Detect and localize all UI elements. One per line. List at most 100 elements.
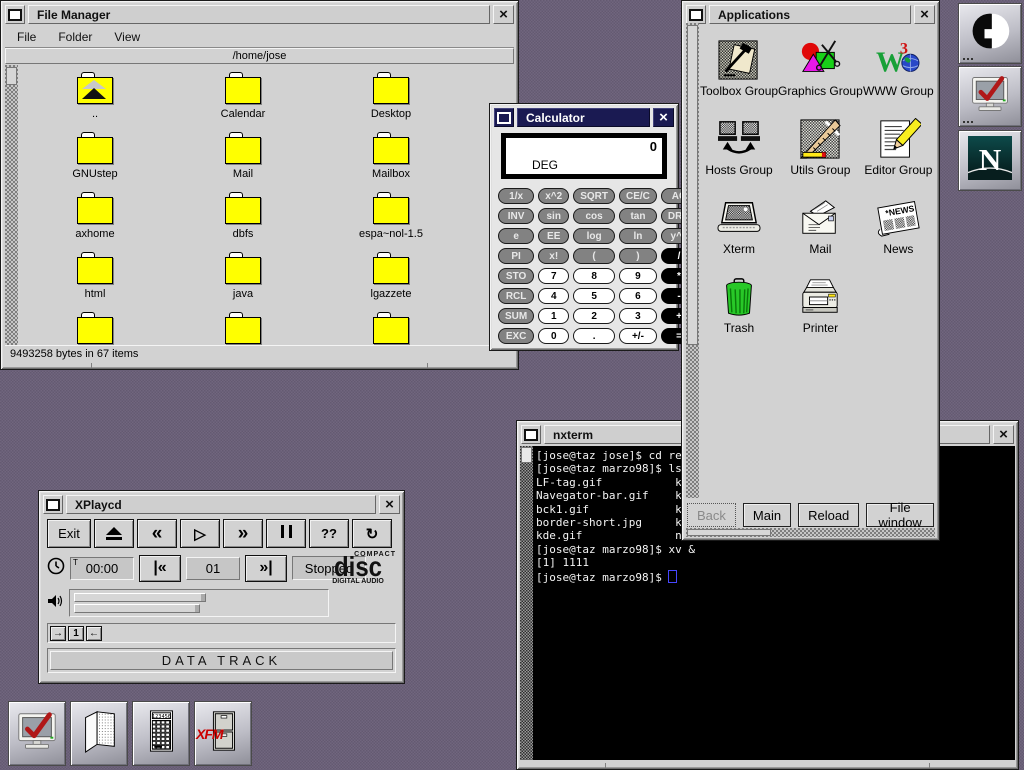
wharf-item-pager[interactable] xyxy=(958,3,1022,64)
window-menu-button[interactable] xyxy=(43,495,63,514)
calc-button-1x[interactable]: 1/x xyxy=(498,188,534,204)
app-item-utils-group[interactable]: Utils Group xyxy=(778,102,863,181)
folder-item-partial[interactable] xyxy=(21,305,169,345)
calc-button-9[interactable]: 9 xyxy=(619,268,657,284)
xplaycd-titlebar[interactable]: XPlaycd × xyxy=(43,495,400,514)
close-icon[interactable]: × xyxy=(493,5,514,24)
calc-button-0[interactable]: 0 xyxy=(538,328,569,344)
close-icon[interactable]: × xyxy=(993,425,1014,444)
app-item-xterm[interactable]: Xterm xyxy=(700,181,778,260)
calc-button-3[interactable]: 3 xyxy=(619,308,657,324)
calc-button-pi[interactable]: PI xyxy=(498,248,534,264)
scrollbar-thumb[interactable] xyxy=(6,67,17,85)
calc-button-8[interactable]: 8 xyxy=(573,268,615,284)
file-window-button[interactable]: File window xyxy=(866,503,934,527)
calc-button-sin[interactable]: sin xyxy=(538,208,569,224)
exit-button[interactable]: Exit xyxy=(47,519,91,548)
volume-slider[interactable] xyxy=(69,589,329,617)
menu-folder[interactable]: Folder xyxy=(58,30,92,44)
folder-item[interactable]: html xyxy=(21,245,169,305)
calc-button-decimal[interactable]: . xyxy=(573,328,615,344)
calc-button-square[interactable]: x^2 xyxy=(538,188,569,204)
forward-button[interactable]: » xyxy=(223,519,263,548)
folder-item[interactable]: dbfs xyxy=(169,185,317,245)
calc-button-open-paren[interactable]: ( xyxy=(573,248,615,264)
scrollbar-thumb[interactable] xyxy=(521,447,532,463)
dock-item-calculator[interactable]: 123456 xyxy=(132,701,190,766)
calc-button-plusminus[interactable]: +/- xyxy=(619,328,657,344)
window-menu-button[interactable] xyxy=(494,108,514,127)
calc-button-log[interactable]: log xyxy=(573,228,615,244)
wharf-item-netscape[interactable]: N xyxy=(958,130,1022,191)
wharf-item-control-panel[interactable] xyxy=(958,66,1022,127)
main-button[interactable]: Main xyxy=(743,503,791,527)
window-menu-button[interactable] xyxy=(5,5,25,24)
menu-view[interactable]: View xyxy=(114,30,140,44)
app-item-www-group[interactable]: W3 WWW Group xyxy=(863,23,934,102)
scrollbar-thumb[interactable] xyxy=(687,529,771,536)
calculator-titlebar[interactable]: Calculator × xyxy=(494,108,674,127)
close-icon[interactable]: × xyxy=(914,5,935,24)
close-icon[interactable]: × xyxy=(379,495,400,514)
calc-button-sum[interactable]: SUM xyxy=(498,308,534,324)
reload-button[interactable]: Reload xyxy=(798,503,859,527)
calc-button-sto[interactable]: STO xyxy=(498,268,534,284)
volume-bar-left[interactable] xyxy=(74,593,206,602)
pause-button[interactable] xyxy=(266,519,306,548)
folder-item[interactable]: Desktop xyxy=(317,65,465,125)
play-button[interactable]: ▷ xyxy=(180,519,220,548)
app-item-printer[interactable]: Printer xyxy=(778,260,863,339)
app-item-editor-group[interactable]: Editor Group xyxy=(863,102,934,181)
folder-item[interactable]: java xyxy=(169,245,317,305)
file-manager-titlebar[interactable]: File Manager × xyxy=(5,5,514,24)
calc-button-e[interactable]: e xyxy=(498,228,534,244)
calc-button-2[interactable]: 2 xyxy=(573,308,615,324)
calc-button-7[interactable]: 7 xyxy=(538,268,569,284)
track-next-mini-button[interactable]: → xyxy=(50,626,66,641)
rewind-button[interactable]: « xyxy=(137,519,177,548)
track-prev-mini-button[interactable]: ← xyxy=(86,626,102,641)
folder-item[interactable]: espa~nol-1.5 xyxy=(317,185,465,245)
calc-button-inv[interactable]: INV xyxy=(498,208,534,224)
dock-item-box[interactable] xyxy=(70,701,128,766)
folder-item[interactable]: lgazzete xyxy=(317,245,465,305)
calc-button-tan[interactable]: tan xyxy=(619,208,657,224)
calc-button-cos[interactable]: cos xyxy=(573,208,615,224)
dock-item-control-panel[interactable] xyxy=(8,701,66,766)
eject-button[interactable] xyxy=(94,519,134,548)
next-track-button[interactable]: »| xyxy=(245,555,287,582)
vertical-scrollbar[interactable] xyxy=(686,23,699,498)
calc-button-5[interactable]: 5 xyxy=(573,288,615,304)
app-item-trash[interactable]: Trash xyxy=(700,260,778,339)
calc-button-4[interactable]: 4 xyxy=(538,288,569,304)
calc-button-exc[interactable]: EXC xyxy=(498,328,534,344)
folder-item[interactable]: axhome xyxy=(21,185,169,245)
folder-item[interactable]: Mail xyxy=(169,125,317,185)
calc-button-rcl[interactable]: RCL xyxy=(498,288,534,304)
horizontal-scrollbar[interactable] xyxy=(686,528,935,537)
calc-button-close-paren[interactable]: ) xyxy=(619,248,657,264)
calc-button-factorial[interactable]: x! xyxy=(538,248,569,264)
window-menu-button[interactable] xyxy=(686,5,706,24)
app-item-toolbox-group[interactable]: Toolbox Group xyxy=(700,23,778,102)
calc-button-6[interactable]: 6 xyxy=(619,288,657,304)
app-item-mail[interactable]: Mail xyxy=(778,181,863,260)
folder-item[interactable]: GNUstep xyxy=(21,125,169,185)
back-button[interactable]: Back xyxy=(687,503,736,527)
track-number-mini-button[interactable]: 1 xyxy=(68,626,84,641)
applications-titlebar[interactable]: Applications × xyxy=(686,5,935,24)
close-icon[interactable]: × xyxy=(653,108,674,127)
prev-track-button[interactable]: |« xyxy=(139,555,181,582)
loop-button[interactable]: ↻ xyxy=(352,519,392,548)
calc-button-ln[interactable]: ln xyxy=(619,228,657,244)
calc-button-cec[interactable]: CE/C xyxy=(619,188,657,204)
app-item-graphics-group[interactable]: Graphics Group xyxy=(778,23,863,102)
folder-item-partial[interactable] xyxy=(169,305,317,345)
dock-item-xfm[interactable]: XFM xyxy=(194,701,252,766)
window-menu-button[interactable] xyxy=(521,425,541,444)
shuffle-button[interactable]: ?? xyxy=(309,519,349,548)
vertical-scrollbar[interactable] xyxy=(5,65,18,345)
folder-item[interactable]: Calendar xyxy=(169,65,317,125)
calc-button-sqrt[interactable]: SQRT xyxy=(573,188,615,204)
menu-file[interactable]: File xyxy=(17,30,36,44)
